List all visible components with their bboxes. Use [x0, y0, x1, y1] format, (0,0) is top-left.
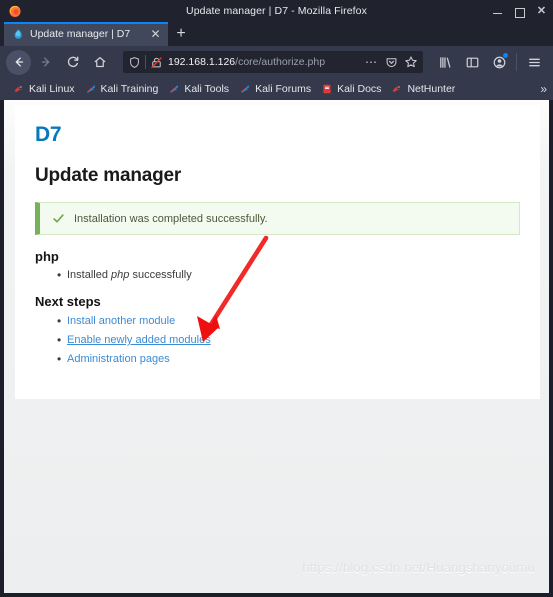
- maximize-button[interactable]: [514, 6, 525, 18]
- url-bar[interactable]: 192.168.1.126/core/authorize.php ⋯: [123, 51, 423, 73]
- bookmark-kali-training[interactable]: Kali Training: [80, 80, 164, 98]
- url-bar-separator: [145, 55, 146, 69]
- section-heading-next-steps: Next steps: [35, 294, 101, 309]
- navigation-toolbar: 192.168.1.126/core/authorize.php ⋯: [0, 46, 553, 78]
- link-administration-pages[interactable]: Administration pages: [67, 353, 170, 365]
- shield-icon[interactable]: [128, 56, 141, 69]
- window-title: Update manager | D7 - Mozilla Firefox: [186, 5, 367, 17]
- sidebar-button[interactable]: [459, 49, 485, 75]
- list-item: Administration pages: [35, 350, 520, 369]
- reload-button[interactable]: [60, 50, 85, 75]
- bookmark-label: Kali Tools: [184, 83, 230, 95]
- hamburger-menu-icon: [528, 58, 540, 66]
- toolbar-separator: [516, 53, 517, 71]
- back-button[interactable]: [6, 49, 31, 75]
- kali-dragon-blue-icon: [240, 84, 250, 93]
- tab-label: Update manager | D7: [30, 28, 131, 40]
- page-title: Update manager: [35, 165, 182, 186]
- firefox-logo-icon: [9, 5, 21, 17]
- sidebar-icon: [466, 57, 478, 67]
- bookmark-label: Kali Docs: [337, 83, 382, 95]
- section-heading-php: php: [35, 249, 59, 264]
- watermark-text: https://blog.csdn.net/Huangshanyoumu: [302, 560, 535, 575]
- bookmark-label: NetHunter: [407, 83, 456, 95]
- bookmark-kali-forums[interactable]: Kali Forums: [234, 80, 316, 98]
- forward-button[interactable]: [33, 50, 58, 75]
- bookmark-label: Kali Forums: [255, 83, 312, 95]
- window-controls: ✕: [492, 0, 547, 22]
- kali-dragon-blue-icon: [86, 84, 95, 93]
- bookmark-label: Kali Linux: [29, 83, 75, 95]
- bookmark-label: Kali Training: [100, 83, 159, 95]
- firefox-window: Update manager | D7 - Mozilla Firefox ✕ …: [0, 0, 553, 597]
- home-button[interactable]: [87, 50, 112, 75]
- bookmark-nethunter[interactable]: NetHunter: [386, 80, 460, 98]
- title-bar: Update manager | D7 - Mozilla Firefox ✕: [0, 0, 553, 22]
- kali-dragon-red-icon: [14, 86, 23, 92]
- url-text[interactable]: 192.168.1.126/core/authorize.php: [167, 56, 359, 68]
- status-message-success: Installation was completed successfully.: [35, 202, 520, 235]
- account-button[interactable]: [486, 49, 512, 75]
- php-result-list: Installed php successfully: [35, 267, 520, 284]
- library-icon: [439, 56, 450, 68]
- lock-broken-icon[interactable]: [150, 56, 163, 69]
- link-install-another-module[interactable]: Install another module: [67, 315, 175, 327]
- url-host: 192.168.1.126: [168, 56, 236, 68]
- bookmark-kali-tools[interactable]: Kali Tools: [163, 80, 234, 98]
- kali-dragon-red-icon: [392, 86, 401, 92]
- page-actions-button[interactable]: ⋯: [363, 54, 379, 70]
- item-prefix: Installed: [67, 269, 112, 281]
- tab-update-manager[interactable]: Update manager | D7 ✕: [4, 22, 168, 46]
- toolbar-right-group: [432, 49, 547, 75]
- bookmarks-toolbar: Kali Linux Kali Training Kali Tools Kali…: [0, 78, 553, 100]
- tab-strip: Update manager | D7 ✕ +: [0, 22, 553, 46]
- link-enable-newly-added-modules[interactable]: Enable newly added modules: [67, 334, 211, 346]
- pocket-icon[interactable]: [383, 54, 399, 70]
- bookmark-kali-linux[interactable]: Kali Linux: [8, 80, 80, 98]
- bookmarks-overflow-button[interactable]: »: [540, 83, 547, 95]
- bookmark-kali-docs[interactable]: Kali Docs: [316, 80, 386, 98]
- library-button[interactable]: [432, 49, 458, 75]
- list-item: Install another module: [35, 312, 520, 331]
- item-suffix: successfully: [129, 269, 192, 281]
- check-icon: [53, 214, 64, 223]
- drupal-icon: [14, 29, 22, 39]
- url-path: /core/authorize.php: [235, 56, 326, 68]
- new-tab-button[interactable]: +: [168, 22, 194, 46]
- close-button[interactable]: ✕: [536, 5, 547, 17]
- tab-close-icon[interactable]: ✕: [149, 27, 162, 41]
- next-steps-list: Install another module Enable newly adde…: [35, 312, 520, 369]
- site-brand: D7: [35, 123, 62, 146]
- item-emphasis: php: [111, 269, 130, 281]
- page-viewport: D7 Update manager Installation was compl…: [4, 100, 549, 593]
- pocket-glyph-icon: [386, 57, 396, 67]
- kali-book-red-icon: [323, 84, 331, 94]
- account-badge-dot: [503, 53, 508, 58]
- arrow-right-icon: [41, 57, 49, 67]
- bookmark-star-button[interactable]: [403, 54, 419, 70]
- status-message-text: Installation was completed successfully.: [74, 212, 268, 225]
- star-icon: [405, 56, 417, 68]
- list-item: Installed php successfully: [35, 267, 520, 284]
- reload-icon: [67, 56, 78, 68]
- minimize-button[interactable]: [492, 6, 503, 17]
- list-item: Enable newly added modules: [35, 331, 520, 350]
- arrow-left-icon: [15, 57, 23, 67]
- kali-dragon-blue-icon: [170, 84, 179, 93]
- page-content-card: D7 Update manager Installation was compl…: [15, 105, 540, 399]
- home-icon: [94, 57, 105, 68]
- app-menu-button[interactable]: [521, 49, 547, 75]
